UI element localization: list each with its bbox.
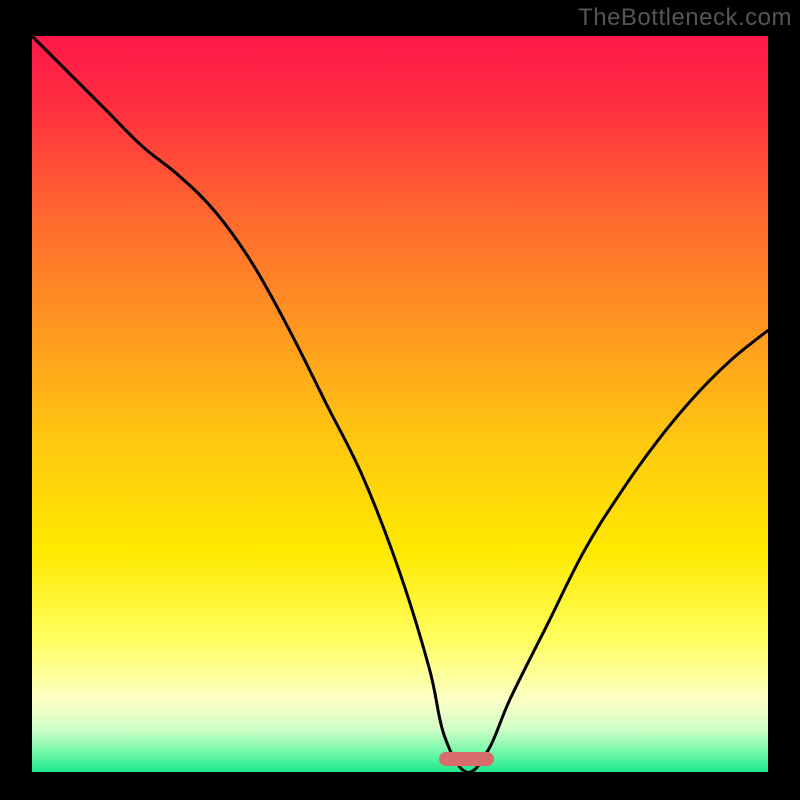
chart-container: TheBottleneck.com (0, 0, 800, 800)
plot-area (32, 36, 768, 772)
bottleneck-curve (32, 36, 768, 772)
attribution-label: TheBottleneck.com (578, 4, 792, 32)
optimum-marker (439, 752, 494, 766)
